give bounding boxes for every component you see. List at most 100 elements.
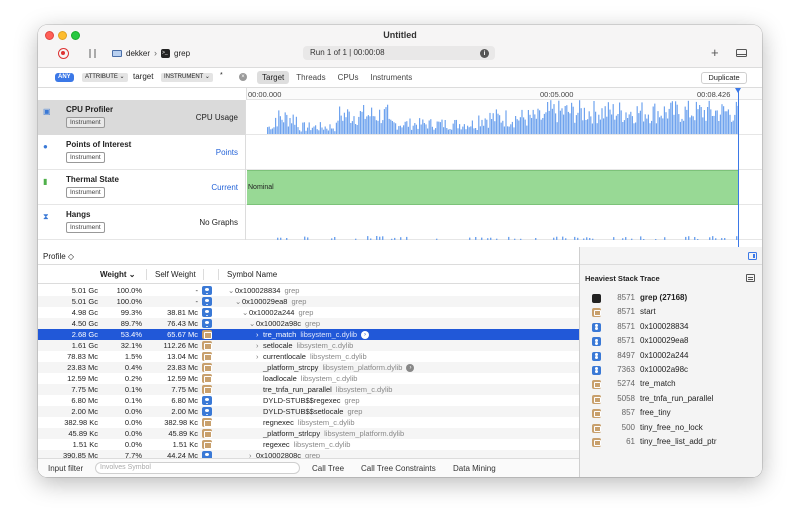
tab-instruments[interactable]: Instruments [365,71,417,84]
cpu-usage-bar [633,123,635,134]
stack-frame[interactable]: 5274 tre_match [592,377,757,391]
weight-column-header[interactable]: Weight ⌄ [100,270,135,279]
cpu-usage-bar [443,127,445,134]
clear-filter-icon[interactable]: × [239,73,247,81]
time-ruler[interactable]: 00:00.000 00:05.000 00:08.426 [246,88,762,100]
disclosure-icon[interactable]: › [256,340,263,351]
attribute-popup[interactable]: ATTRIBUTE ⌄ [82,73,128,82]
track-header[interactable]: ● Points of Interest Instrument Points [38,135,246,170]
track-header[interactable]: ▣ CPU Profiler Instrument CPU Usage [38,100,246,135]
cpu-usage-bar [615,115,617,134]
table-row[interactable]: 78.83 Mc 1.5% 13.04 Mc › currentlocale libsys… [38,351,579,362]
thermal-lane[interactable]: Nominal [247,170,762,205]
stack-frame[interactable]: 8571 start [592,305,757,319]
tab-cpus[interactable]: CPUs [333,71,364,84]
disclosure-icon[interactable]: › [256,329,263,340]
symbol-name-column-header[interactable]: Symbol Name [227,270,277,279]
track-thermal-state[interactable]: ▮ Thermal State Instrument Current Nomin… [38,170,762,205]
disclosure-icon[interactable]: ⌄ [249,318,256,329]
cpu-usage-bar [431,126,433,134]
add-instrument-button[interactable]: + [711,45,719,60]
stack-frame[interactable]: 61 tiny_free_list_add_ptr [592,435,757,449]
track-header[interactable]: ⧗ Hangs Instrument No Graphs [38,205,246,240]
stack-frame[interactable]: 857 free_tiny [592,406,757,420]
cpu-usage-bar [487,127,489,134]
track-header[interactable]: ▮ Thermal State Instrument Current [38,170,246,205]
go-to-source-icon[interactable]: › [361,331,370,340]
track-graph-label: CPU Usage [195,113,238,122]
cpu-usage-bar [639,110,641,134]
table-row[interactable]: 1.51 Kc 0.0% 1.51 Kc regexec libsystem_c.dyl… [38,439,579,450]
cpu-usage-bar [375,120,377,134]
disclosure-icon[interactable]: ⌄ [242,307,249,318]
stack-frame[interactable]: 8571 grep (27168) [592,291,757,305]
involves-symbol-field[interactable]: Involves Symbol [95,462,300,474]
table-row[interactable]: 4.98 Gc 99.3% 38.81 Mc ⌄0x10002a244 grep [38,307,579,318]
stack-frame[interactable]: 5058 tre_tnfa_run_parallel [592,392,757,406]
cpu-usage-bar [492,113,494,134]
cpu-usage-bar [299,130,301,134]
match-any-pill[interactable]: ANY [55,73,74,82]
self-weight-column-header[interactable]: Self Weight [155,270,196,279]
table-row[interactable]: 1.61 Gc 32.1% 112.26 Mc › setlocale libsystem… [38,340,579,351]
stack-options-icon[interactable] [746,274,755,282]
playhead[interactable] [738,88,739,270]
stack-frame[interactable]: 8497 0x10002a244 [592,349,757,363]
table-row[interactable]: 390.85 Mc 7.7% 44.24 Mc › 0x10002808c grep [38,450,579,458]
track-graph-label: Current [211,183,238,192]
stack-frame[interactable]: 7363 0x10002a98c [592,363,757,377]
track-cpu-profiler[interactable]: ▣ CPU Profiler Instrument CPU Usage [38,100,762,135]
tab-threads[interactable]: Threads [291,71,330,84]
timeline[interactable]: 00:00.000 00:05.000 00:08.426 ▣ CPU Prof… [38,88,762,271]
target-chooser[interactable]: dekker › >_ grep [112,48,190,58]
partial-track-bar [304,236,306,240]
profile-view-popup[interactable]: Profile ◇ [43,252,74,261]
call-tree-button[interactable]: Call Tree [312,464,344,473]
table-row[interactable]: 382.98 Kc 0.0% 382.98 Kc regnexec libsystem_… [38,417,579,428]
call-tree-constraints-button[interactable]: Call Tree Constraints [361,464,436,473]
disclosure-icon[interactable]: ⌄ [235,296,242,307]
track-points-of-interest[interactable]: ● Points of Interest Instrument Points [38,135,762,170]
table-row[interactable]: 2.00 Mc 0.0% 2.00 Mc DYLD-STUB$$setlocale gr… [38,406,579,417]
record-button[interactable] [58,48,69,59]
cpu-usage-graph[interactable] [247,100,762,135]
table-row[interactable]: 2.68 Gc 53.4% 65.67 Mc › tre_match libsystem_… [38,329,579,340]
device-name: dekker [126,48,151,58]
call-tree[interactable]: 5.01 Gc 100.0% - ⌄0x100028834 grep 5.01 Gc 100… [38,285,579,458]
cpu-usage-bar [457,128,459,134]
table-row[interactable]: 4.50 Gc 89.7% 76.43 Mc ⌄0x10002a98c grep [38,318,579,329]
table-row[interactable]: 12.59 Mc 0.2% 12.59 Mc loadlocale libsystem_… [38,373,579,384]
table-row[interactable]: 23.83 Mc 0.4% 23.83 Mc _platform_strcpy libs… [38,362,579,373]
disclosure-icon[interactable]: ⌄ [228,285,235,296]
weight-percent-cell: 32.1% [120,341,142,350]
cpu-usage-bar [515,116,517,134]
toggle-inspector-icon[interactable] [736,49,747,57]
table-row[interactable]: 5.01 Gc 100.0% - ⌄0x100029ea8 grep [38,296,579,307]
duplicate-button[interactable]: Duplicate [701,72,747,84]
stack-frame[interactable]: 8571 0x100028834 [592,320,757,334]
disclosure-icon[interactable]: › [256,351,263,362]
cpu-usage-bar [684,106,686,134]
points-lane[interactable] [247,135,762,170]
instrument-popup[interactable]: INSTRUMENT ⌄ [161,73,213,82]
frame-sample-count: 8571 [617,307,635,317]
filter-value[interactable]: * [220,72,223,79]
pause-button[interactable] [89,49,97,58]
track-hangs[interactable]: ⧗ Hangs Instrument No Graphs [38,205,762,240]
table-row[interactable]: 5.01 Gc 100.0% - ⌄0x100028834 grep [38,285,579,296]
inspector-toggle-icon[interactable] [748,252,757,260]
cpu-usage-bar [561,108,563,134]
table-row[interactable]: 45.89 Kc 0.0% 45.89 Kc _platform_strlcpy lib… [38,428,579,439]
go-to-source-icon[interactable]: › [406,364,415,373]
cpu-usage-bar [377,120,379,134]
stack-frame[interactable]: 500 tiny_free_no_lock [592,421,757,435]
table-row[interactable]: 7.75 Mc 0.1% 7.75 Mc tre_tnfa_run_parallel l… [38,384,579,395]
info-icon[interactable]: i [480,48,489,58]
tab-target[interactable]: Target [257,71,290,84]
stack-frame[interactable]: 8571 0x100029ea8 [592,334,757,348]
hangs-lane[interactable] [247,205,762,240]
data-mining-button[interactable]: Data Mining [453,464,496,473]
partial-track-bar [508,236,510,240]
table-row[interactable]: 6.80 Mc 0.1% 6.80 Mc DYLD-STUB$$regexec grep [38,395,579,406]
disclosure-icon[interactable]: › [249,450,256,458]
